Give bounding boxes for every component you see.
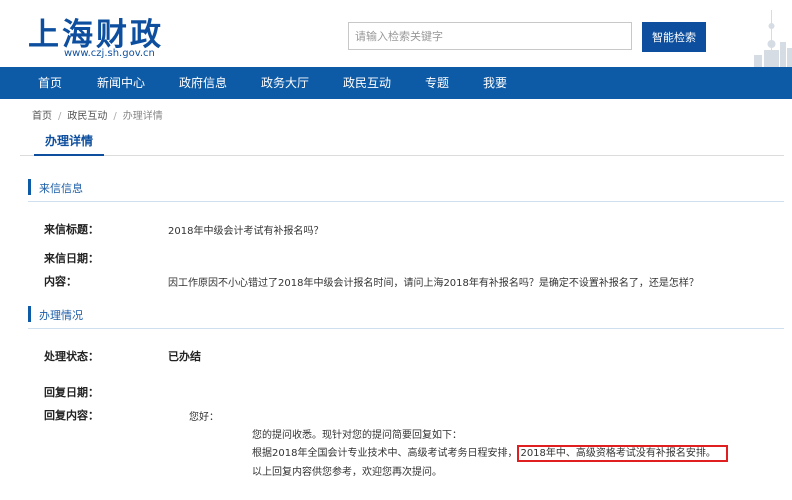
section-divider [28,328,784,329]
handling-section-header: 办理情况 [28,306,784,329]
letter-title-value: 2018年中级会计考试有补报名吗？ [168,226,324,237]
letter-title-label: 来信标题： [44,223,99,236]
nav-item-interaction[interactable]: 政民互动 [343,67,391,99]
section-marker [28,179,31,195]
nav-item-topics[interactable]: 专题 [425,67,449,99]
site-header: 上海财政 www.czj.sh.gov.cn 智能检索 [0,0,792,67]
handling-section-title: 办理情况 [39,309,83,322]
breadcrumb-current: 办理详情 [122,111,163,122]
nav-item-home[interactable]: 首页 [38,67,62,99]
letter-section-title: 来信信息 [39,182,83,195]
nav-item-news[interactable]: 新闻中心 [97,67,145,99]
tab-detail[interactable]: 办理详情 [34,132,104,156]
status-label: 处理状态： [44,350,99,363]
reply-line-3: 以上回复内容供您参考，欢迎您再次提问。 [252,467,442,478]
breadcrumb-home[interactable]: 首页 [32,111,52,122]
status-badge: 已办结 [168,350,201,363]
site-logo-url: www.czj.sh.gov.cn [64,48,155,59]
tab-divider [20,155,784,156]
search-input[interactable] [348,22,632,50]
letter-content-label: 内容： [44,275,77,288]
letter-date-label: 来信日期： [44,252,99,265]
letter-section-header: 来信信息 [28,179,784,202]
highlighted-answer: 2018年中、高级资格考试没有补报名安排。 [517,445,728,462]
breadcrumb-interaction[interactable]: 政民互动 [67,111,107,122]
reply-line-2: 根据2018年全国会计专业技术中、高级考试考务日程安排， 2018年中、高级资格考… [252,444,728,462]
nav-item-gov-info[interactable]: 政府信息 [179,67,227,99]
reply-date-label: 回复日期： [44,386,99,399]
breadcrumb-separator: / [58,111,62,122]
section-marker [28,306,31,322]
nav-item-i-want[interactable]: 我要 [483,67,507,99]
reply-line-1: 您的提问收悉。现针对您的提问简要回复如下： [252,430,462,441]
reply-greeting: 您好： [189,412,219,423]
nav-item-service-hall[interactable]: 政务大厅 [261,67,309,99]
city-skyline-icon [754,10,792,67]
reply-line-2-prefix: 根据2018年全国会计专业技术中、高级考试考务日程安排， [252,448,518,459]
section-divider [28,201,784,202]
breadcrumb: 首页 / 政民互动 / 办理详情 [32,107,163,122]
main-nav: 首页 新闻中心 政府信息 政务大厅 政民互动 专题 我要 [0,67,792,99]
letter-content-value: 因工作原因不小心错过了2018年中级会计报名时间，请问上海2018年有补报名吗？… [168,278,699,289]
breadcrumb-separator: / [113,111,117,122]
reply-content-label: 回复内容： [44,409,99,422]
